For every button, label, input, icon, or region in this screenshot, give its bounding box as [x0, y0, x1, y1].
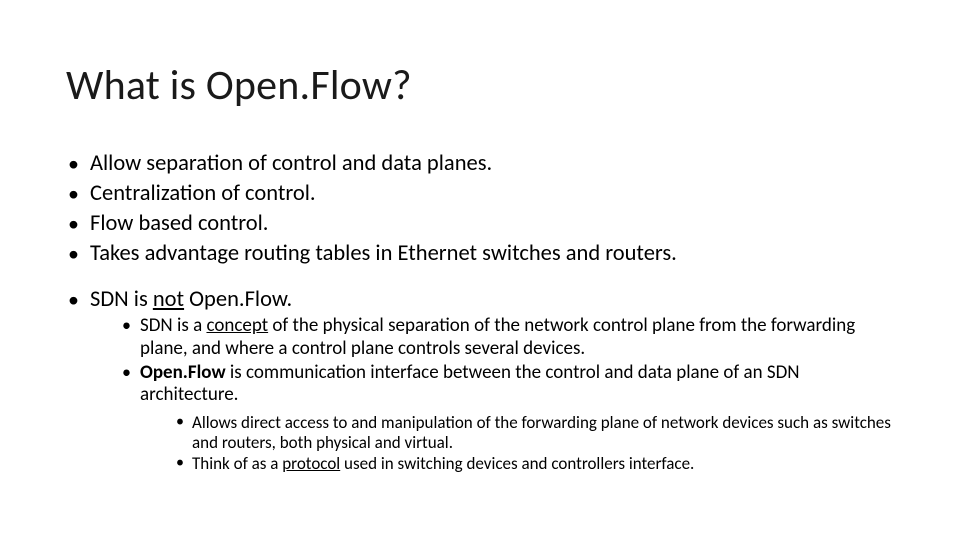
text-run: is communication interface between the c…: [140, 361, 800, 407]
heading-part-2: Open.Flow.: [184, 286, 292, 313]
list-item: Think of as a protocol used in switching…: [176, 454, 892, 474]
text-underline: concept: [206, 314, 268, 337]
heading-underline: not: [153, 286, 184, 313]
bullet-list-section: SDN is not Open.Flow. SDN is a concept o…: [68, 286, 892, 474]
heading-part-1: SDN is: [90, 286, 153, 313]
text-run: SDN is a: [140, 314, 206, 337]
text-run: Think of as a: [192, 453, 282, 474]
slide-title: What is Open.Flow?: [66, 60, 412, 111]
list-item: Centralization of control.: [68, 180, 892, 208]
slide-body: Allow separation of control and data pla…: [68, 148, 892, 492]
list-item: Open.Flow is communication interface bet…: [122, 362, 892, 474]
text-bold: Open.Flow: [140, 361, 226, 384]
list-item: Allow separation of control and data pla…: [68, 150, 892, 178]
slide: What is Open.Flow? Allow separation of c…: [0, 0, 960, 540]
subsub-bullet-list: Allows direct access to and manipulation…: [140, 413, 892, 474]
text-underline: protocol: [282, 453, 340, 474]
list-item: Flow based control.: [68, 210, 892, 238]
list-item: SDN is a concept of the physical separat…: [122, 315, 892, 360]
bullet-list-main: Allow separation of control and data pla…: [68, 150, 892, 268]
text-run: used in switching devices and controller…: [340, 453, 694, 474]
sub-bullet-list: SDN is a concept of the physical separat…: [90, 315, 892, 474]
section-heading: SDN is not Open.Flow. SDN is a concept o…: [68, 286, 892, 474]
list-item: Takes advantage routing tables in Ethern…: [68, 240, 892, 268]
list-item: Allows direct access to and manipulation…: [176, 413, 892, 453]
